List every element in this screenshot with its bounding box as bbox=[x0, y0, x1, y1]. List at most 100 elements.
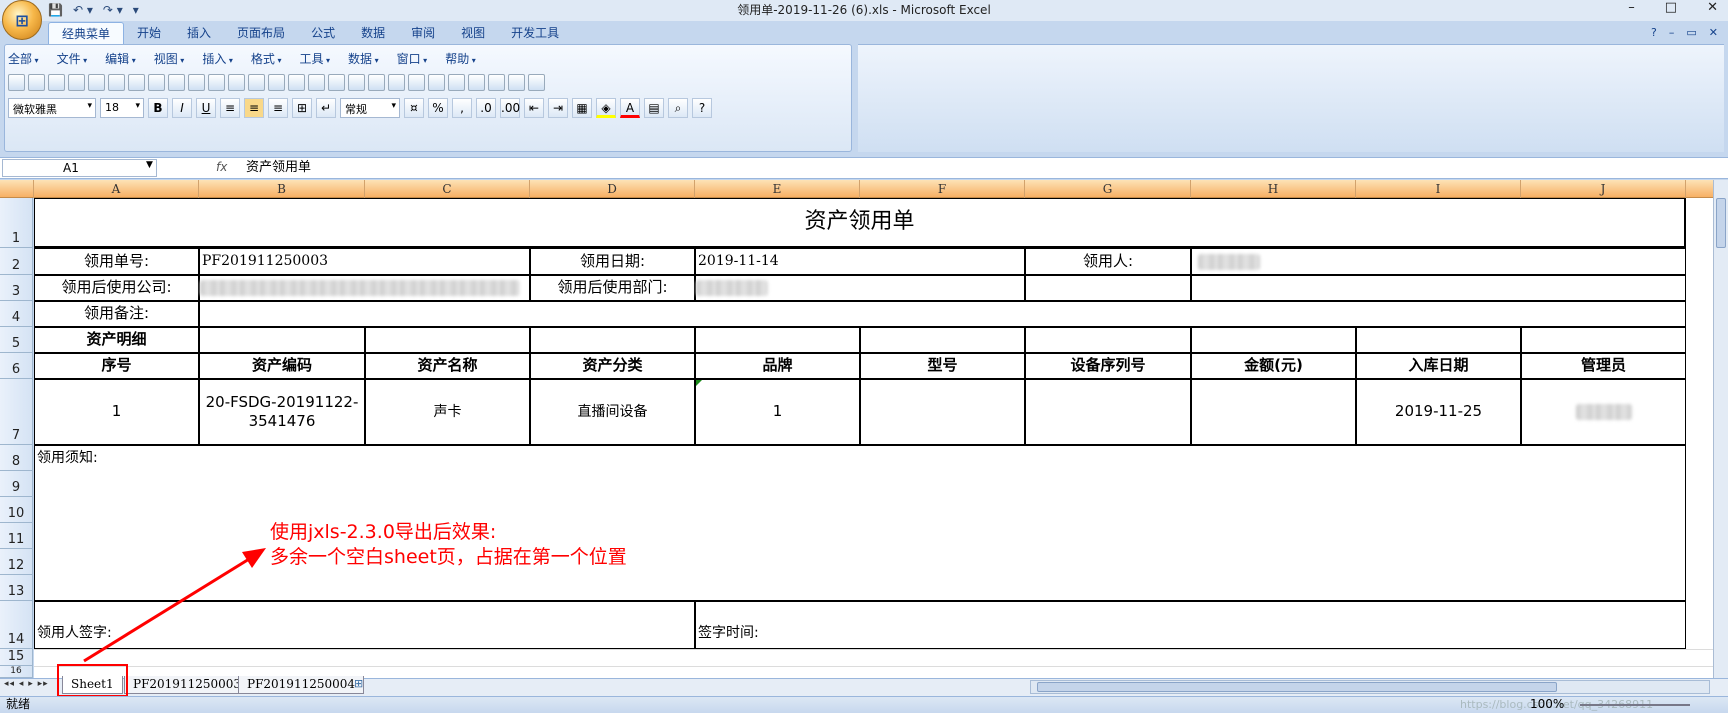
sign-time-cell[interactable]: 签字时间: bbox=[695, 601, 1686, 649]
cut-icon[interactable] bbox=[208, 74, 225, 91]
name-box[interactable]: A1 bbox=[2, 159, 157, 177]
empty-cell[interactable] bbox=[695, 327, 860, 353]
decrease-indent-icon[interactable]: ⇤ bbox=[524, 98, 544, 118]
empty-cell[interactable] bbox=[860, 327, 1025, 353]
row-header[interactable]: 16 bbox=[0, 666, 33, 678]
detail-header[interactable]: 品牌 bbox=[695, 353, 860, 379]
column-header[interactable]: E bbox=[695, 180, 860, 198]
row-header[interactable]: 13 bbox=[0, 575, 33, 601]
column-header[interactable]: C bbox=[365, 180, 530, 198]
empty-cell[interactable] bbox=[530, 327, 695, 353]
company-label[interactable]: 领用后使用公司: bbox=[34, 275, 199, 301]
tab-review[interactable]: 审阅 bbox=[398, 22, 448, 44]
insert-function-button[interactable]: fx bbox=[216, 160, 227, 174]
sheet-title-cell[interactable]: 资产领用单 bbox=[34, 198, 1686, 248]
row-header[interactable]: 4 bbox=[0, 301, 33, 327]
undo-icon[interactable] bbox=[288, 74, 305, 91]
detail-header[interactable]: 管理员 bbox=[1521, 353, 1686, 379]
merge-center-icon[interactable]: ⊞ bbox=[292, 98, 312, 118]
permission-icon[interactable] bbox=[68, 74, 85, 91]
column-header[interactable]: I bbox=[1356, 180, 1521, 198]
sheet-tab-pf201911250003[interactable]: PF201911250003 bbox=[124, 676, 251, 694]
empty-cell[interactable] bbox=[1191, 275, 1686, 301]
date-label[interactable]: 领用日期: bbox=[530, 248, 695, 275]
minimize-button[interactable]: – bbox=[1628, 0, 1635, 15]
menu-file[interactable]: 文件 bbox=[57, 50, 88, 67]
autosum-icon[interactable] bbox=[348, 74, 365, 91]
order-no-value[interactable]: PF201911250003 bbox=[199, 248, 530, 275]
align-right-icon[interactable]: ≡ bbox=[268, 98, 288, 118]
spelling-icon[interactable] bbox=[168, 74, 185, 91]
detail-header[interactable]: 资产分类 bbox=[530, 353, 695, 379]
row-header[interactable]: 6 bbox=[0, 353, 33, 379]
number-format-combo[interactable]: 常规 bbox=[340, 98, 400, 118]
zoom-level[interactable]: 100% bbox=[1530, 697, 1564, 712]
find-icon[interactable]: ⌕ bbox=[668, 98, 688, 118]
column-header[interactable]: A bbox=[34, 180, 199, 198]
menu-data[interactable]: 数据 bbox=[348, 50, 379, 67]
new-icon[interactable] bbox=[8, 74, 25, 91]
bold-button[interactable]: B bbox=[148, 98, 168, 118]
sign-label-cell[interactable]: 领用人签字: bbox=[34, 601, 695, 649]
email-icon[interactable] bbox=[88, 74, 105, 91]
redo-icon[interactable] bbox=[308, 74, 325, 91]
help-icon[interactable]: ? bbox=[1651, 26, 1657, 39]
row-header[interactable]: 10 bbox=[0, 497, 33, 523]
detail-cell-serial[interactable] bbox=[1025, 379, 1191, 445]
drawing-icon[interactable] bbox=[488, 74, 505, 91]
percent-button[interactable]: % bbox=[428, 98, 448, 118]
column-header[interactable]: J bbox=[1521, 180, 1686, 198]
detail-header[interactable]: 资产编码 bbox=[199, 353, 365, 379]
border-icon[interactable]: ▦ bbox=[572, 98, 592, 118]
pivot-icon[interactable] bbox=[468, 74, 485, 91]
company-value-redacted[interactable] bbox=[199, 275, 530, 301]
menu-tools[interactable]: 工具 bbox=[299, 50, 330, 67]
column-header[interactable]: F bbox=[860, 180, 1025, 198]
dept-value-redacted[interactable] bbox=[695, 275, 1025, 301]
detail-cell-model[interactable] bbox=[860, 379, 1025, 445]
row-header[interactable]: 7 bbox=[0, 379, 33, 445]
menu-view[interactable]: 视图 bbox=[154, 50, 185, 67]
empty-cell[interactable] bbox=[1025, 327, 1191, 353]
paste-icon[interactable] bbox=[248, 74, 265, 91]
restore-button[interactable]: □ bbox=[1665, 0, 1677, 15]
open-icon[interactable] bbox=[28, 74, 45, 91]
row-header[interactable]: 8 bbox=[0, 445, 33, 471]
menu-help[interactable]: 帮助 bbox=[445, 50, 476, 67]
empty-cell[interactable] bbox=[1356, 327, 1521, 353]
row-header[interactable]: 14 bbox=[0, 601, 33, 649]
column-header[interactable]: D bbox=[530, 180, 695, 198]
zoom-icon[interactable] bbox=[508, 74, 525, 91]
detail-cell-no[interactable]: 1 bbox=[34, 379, 199, 445]
order-no-label[interactable]: 领用单号: bbox=[34, 248, 199, 275]
tab-insert[interactable]: 插入 bbox=[174, 22, 224, 44]
empty-cell[interactable] bbox=[365, 327, 530, 353]
chart-icon[interactable] bbox=[448, 74, 465, 91]
help-icon[interactable]: ? bbox=[692, 98, 712, 118]
detail-header[interactable]: 入库日期 bbox=[1356, 353, 1521, 379]
tab-developer[interactable]: 开发工具 bbox=[498, 22, 572, 44]
align-center-icon[interactable]: ≡ bbox=[244, 98, 264, 118]
detail-cell-category[interactable]: 直播间设备 bbox=[530, 379, 695, 445]
menu-window[interactable]: 窗口 bbox=[397, 50, 428, 67]
format-painter-icon[interactable] bbox=[268, 74, 285, 91]
menu-edit[interactable]: 编辑 bbox=[105, 50, 136, 67]
increase-indent-icon[interactable]: ⇥ bbox=[548, 98, 568, 118]
row-header[interactable]: 1 bbox=[0, 198, 33, 248]
menu-insert[interactable]: 插入 bbox=[202, 50, 233, 67]
align-left-icon[interactable]: ≡ bbox=[220, 98, 240, 118]
menu-all[interactable]: 全部 bbox=[8, 50, 39, 67]
insert-sheet-icon[interactable]: ⊞ bbox=[354, 677, 363, 690]
tab-data[interactable]: 数据 bbox=[348, 22, 398, 44]
remark-value[interactable] bbox=[199, 301, 1686, 327]
scroll-thumb[interactable] bbox=[1037, 682, 1557, 692]
underline-button[interactable]: U bbox=[196, 98, 216, 118]
font-size-combo[interactable]: 18 bbox=[100, 98, 144, 118]
row-header[interactable]: 5 bbox=[0, 327, 33, 353]
close-button[interactable]: ✕ bbox=[1707, 0, 1718, 15]
print-preview-icon[interactable] bbox=[148, 74, 165, 91]
detail-cell-admin-redacted[interactable] bbox=[1521, 379, 1686, 445]
scroll-thumb[interactable] bbox=[1716, 198, 1726, 248]
date-value[interactable]: 2019-11-14 bbox=[695, 248, 1025, 275]
empty-cell[interactable] bbox=[199, 327, 365, 353]
